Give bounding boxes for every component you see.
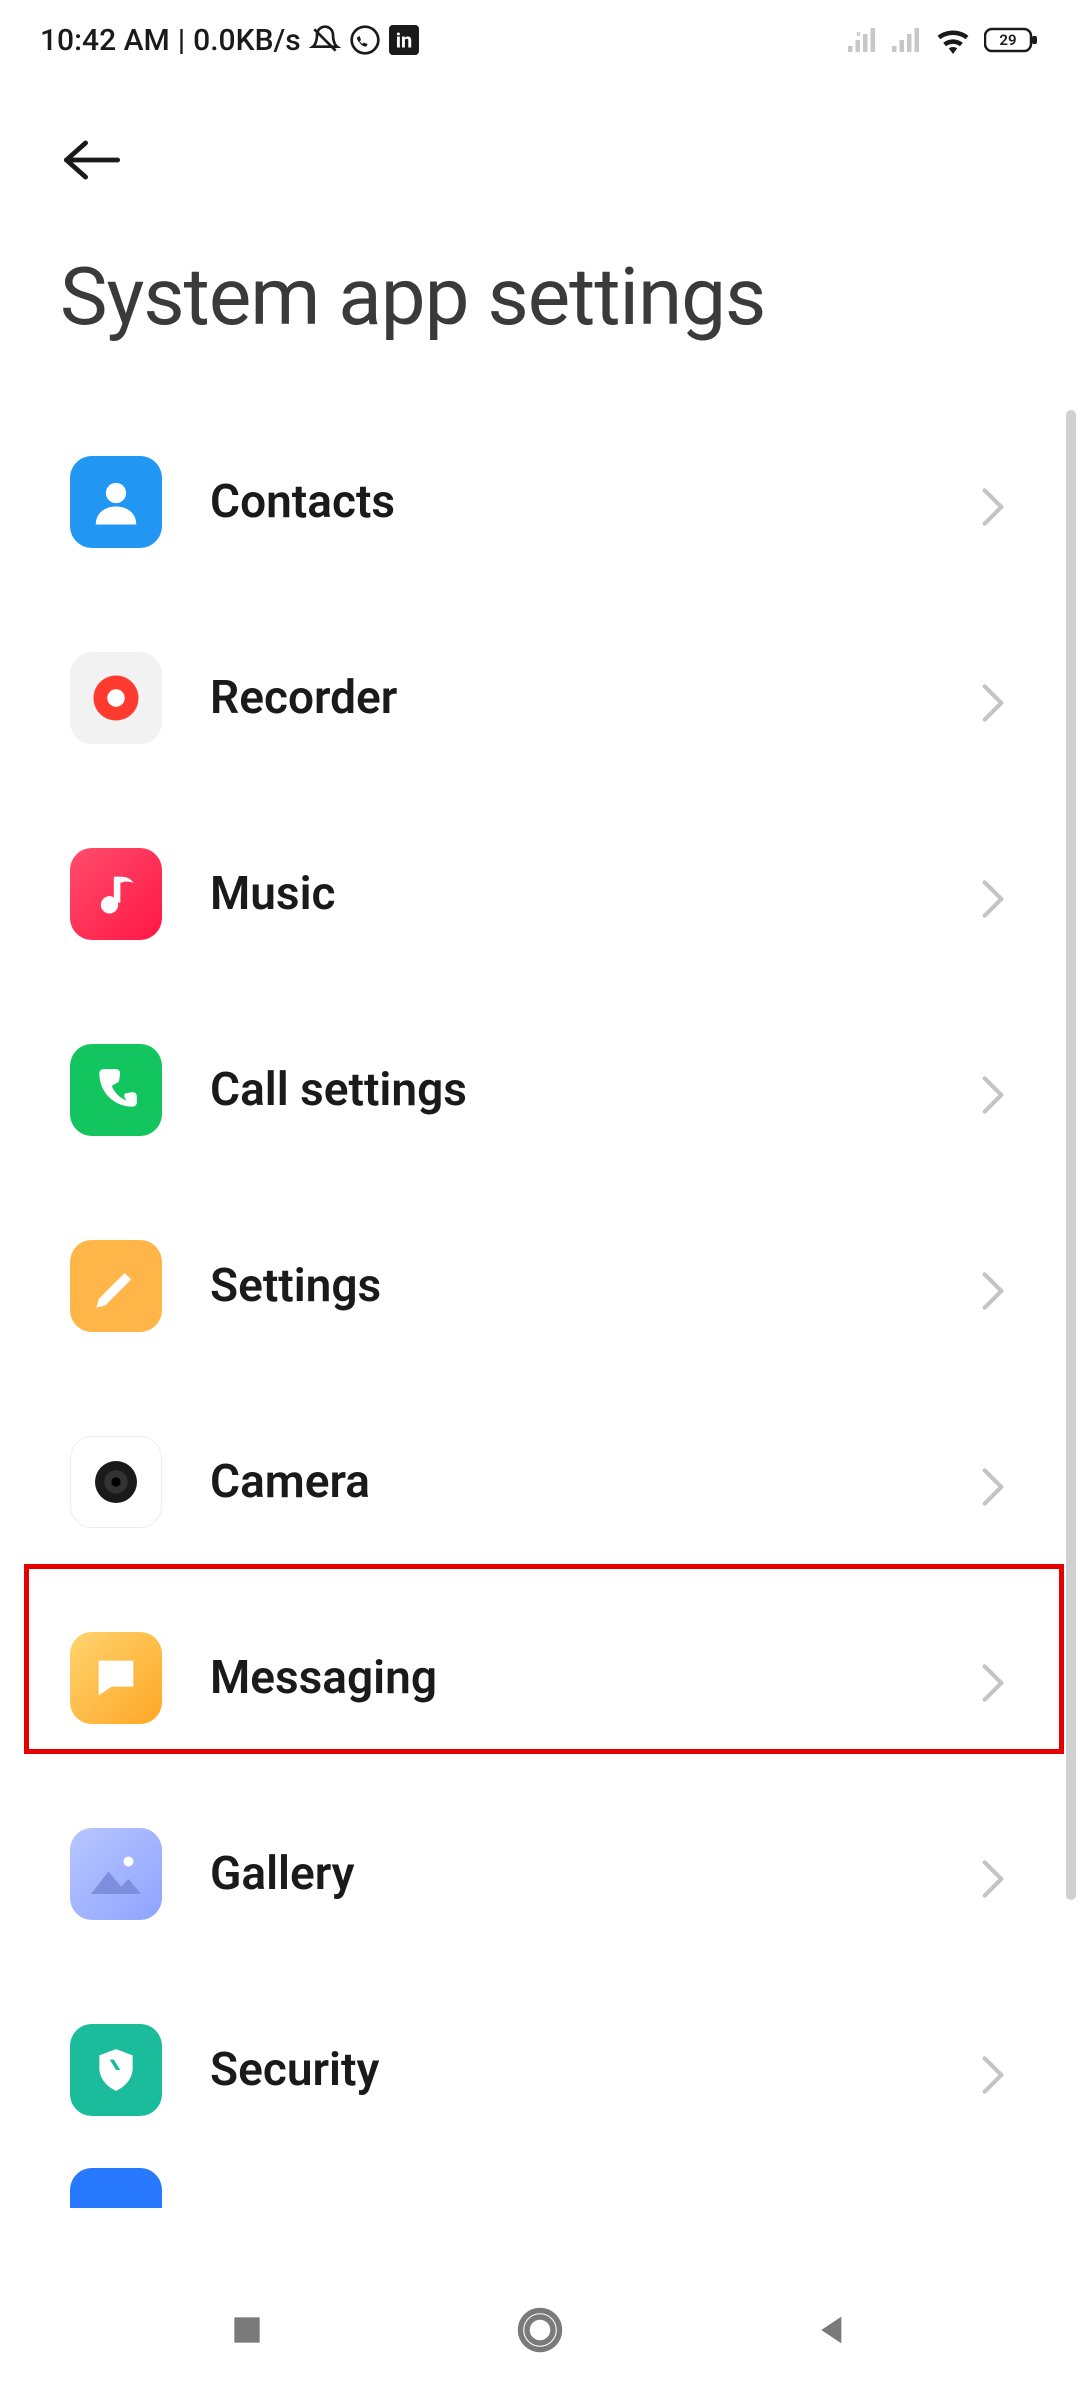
- chevron-right-icon: [980, 1271, 1010, 1301]
- app-list: Contacts Recorder Music Call settings: [0, 404, 1080, 2228]
- whatsapp-icon: [349, 24, 381, 56]
- page-title: System app settings: [0, 220, 1080, 404]
- list-item-label: Recorder: [210, 671, 932, 725]
- battery-icon: 29: [984, 26, 1040, 54]
- messaging-icon: [70, 1632, 162, 1724]
- camera-icon: [70, 1436, 162, 1528]
- shield-icon: [70, 2024, 162, 2116]
- linkedin-icon: in: [389, 25, 419, 55]
- list-item-messaging[interactable]: Messaging: [70, 1580, 1010, 1776]
- chevron-right-icon: [980, 2055, 1010, 2085]
- svg-text:in: in: [395, 29, 412, 53]
- chevron-right-icon: [980, 1075, 1010, 1105]
- list-item-label: Music: [210, 867, 932, 921]
- list-item-call-settings[interactable]: Call settings: [70, 992, 1010, 1188]
- recents-button[interactable]: [217, 2300, 277, 2360]
- chevron-right-icon: [980, 1663, 1010, 1693]
- list-item-security[interactable]: Security: [70, 1972, 1010, 2168]
- navigation-bar: [0, 2260, 1080, 2400]
- chevron-right-icon: [980, 879, 1010, 909]
- chevron-right-icon: [980, 1859, 1010, 1889]
- list-item-label: Messaging: [210, 1651, 932, 1705]
- chevron-right-icon: [980, 487, 1010, 517]
- list-item-label: Settings: [210, 1259, 932, 1313]
- list-item-music[interactable]: Music: [70, 796, 1010, 992]
- list-item-gallery[interactable]: Gallery: [70, 1776, 1010, 1972]
- list-item-label: Camera: [210, 1455, 932, 1509]
- list-item-label: Contacts: [210, 475, 932, 529]
- list-item-label: Call settings: [210, 1063, 932, 1117]
- status-network-speed: 0.0KB/s: [193, 23, 300, 58]
- list-item-camera[interactable]: Camera: [70, 1384, 1010, 1580]
- music-icon: [70, 848, 162, 940]
- list-item-settings[interactable]: Settings: [70, 1188, 1010, 1384]
- signal2-icon: [892, 27, 922, 53]
- status-separator: |: [178, 23, 185, 58]
- gallery-icon: [70, 1828, 162, 1920]
- chevron-right-icon: [980, 2168, 1010, 2198]
- back-nav-button[interactable]: [803, 2300, 863, 2360]
- contacts-icon: [70, 456, 162, 548]
- chevron-right-icon: [980, 683, 1010, 713]
- status-time: 10:42 AM: [40, 23, 170, 58]
- calendar-icon: [70, 2168, 162, 2208]
- dnd-icon: [309, 24, 341, 56]
- wifi-icon: [936, 26, 970, 54]
- list-item-label: Security: [210, 2043, 932, 2097]
- back-button[interactable]: [60, 120, 140, 200]
- status-right: 29: [848, 26, 1040, 54]
- recorder-icon: [70, 652, 162, 744]
- signal1-icon: [848, 27, 878, 53]
- status-left: 10:42 AM | 0.0KB/s in: [40, 23, 419, 58]
- list-item-calendar[interactable]: [70, 2168, 1010, 2228]
- phone-icon: [70, 1044, 162, 1136]
- battery-percent-text: 29: [999, 31, 1016, 49]
- list-item-contacts[interactable]: Contacts: [70, 404, 1010, 600]
- status-bar: 10:42 AM | 0.0KB/s in: [0, 0, 1080, 80]
- home-button[interactable]: [510, 2300, 570, 2360]
- list-item-recorder[interactable]: Recorder: [70, 600, 1010, 796]
- chevron-right-icon: [980, 1467, 1010, 1497]
- list-item-label: Gallery: [210, 1847, 932, 1901]
- notes-icon: [70, 1240, 162, 1332]
